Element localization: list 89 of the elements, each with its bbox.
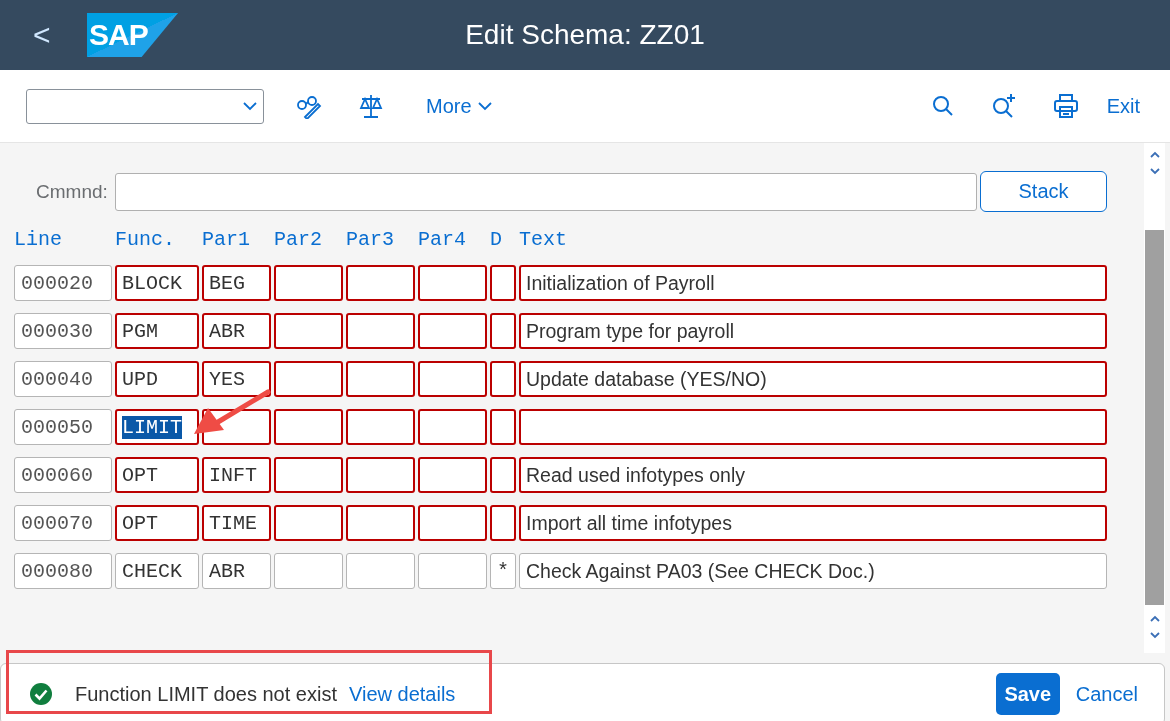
- column-header: Line: [14, 228, 63, 253]
- line-number-field: 000020: [14, 265, 112, 301]
- status-message: Function LIMIT does not exist: [75, 682, 337, 706]
- scrollbar-thumb[interactable]: [1145, 230, 1164, 605]
- scroll-up-icon[interactable]: [1148, 614, 1161, 624]
- parameter-field[interactable]: [346, 265, 415, 301]
- save-button[interactable]: Save: [995, 673, 1060, 715]
- line-number-field: 000030: [14, 313, 112, 349]
- parameter-field[interactable]: [346, 457, 415, 493]
- column-header: Par4: [418, 228, 467, 253]
- parameter-field[interactable]: [418, 313, 487, 349]
- dropdown-field[interactable]: [26, 88, 264, 124]
- text-field[interactable]: Import all time infotypes: [519, 505, 1107, 541]
- parameter-field[interactable]: [274, 409, 343, 445]
- parameter-field[interactable]: [274, 313, 343, 349]
- zoom-in-icon[interactable]: [990, 93, 1017, 119]
- parameter-field[interactable]: [274, 457, 343, 493]
- parameter-field[interactable]: ABR: [202, 313, 271, 349]
- parameter-field[interactable]: YES: [202, 361, 271, 397]
- d-field[interactable]: [490, 313, 516, 349]
- function-field[interactable]: OPT: [115, 505, 199, 541]
- line-number-field: 000040: [14, 361, 112, 397]
- function-field[interactable]: UPD: [115, 361, 199, 397]
- column-header: Par2: [274, 228, 323, 253]
- scales-icon[interactable]: [358, 93, 384, 119]
- parameter-field[interactable]: [346, 313, 415, 349]
- parameter-field[interactable]: [346, 553, 415, 589]
- parameter-field[interactable]: [274, 265, 343, 301]
- line-number-field: 000080: [14, 553, 112, 589]
- exit-button[interactable]: Exit: [1102, 90, 1144, 122]
- command-label: Cmmnd:: [36, 180, 109, 203]
- function-field[interactable]: PGM: [115, 313, 199, 349]
- line-number-field: 000050: [14, 409, 112, 445]
- parameter-field[interactable]: [418, 553, 487, 589]
- scroll-down-icon[interactable]: [1148, 630, 1161, 640]
- line-number-field: 000060: [14, 457, 112, 493]
- back-button[interactable]: <: [33, 18, 53, 52]
- parameter-field[interactable]: ABR: [202, 553, 271, 589]
- view-details-link[interactable]: View details: [349, 682, 456, 706]
- column-header: Par1: [202, 228, 251, 253]
- parameter-field[interactable]: [274, 361, 343, 397]
- chevron-down-icon: [243, 101, 257, 111]
- cancel-button[interactable]: Cancel: [1069, 681, 1144, 707]
- d-field[interactable]: [490, 457, 516, 493]
- scroll-down-icon[interactable]: [1148, 166, 1161, 176]
- parameter-field[interactable]: [346, 409, 415, 445]
- function-field[interactable]: OPT: [115, 457, 199, 493]
- parameter-field[interactable]: [418, 409, 487, 445]
- function-field[interactable]: BLOCK: [115, 265, 199, 301]
- logo: SAP: [87, 13, 178, 57]
- parameter-field[interactable]: [346, 361, 415, 397]
- glasses-pen-icon[interactable]: [296, 93, 322, 119]
- parameter-field[interactable]: [418, 505, 487, 541]
- line-number-field: 000070: [14, 505, 112, 541]
- text-field[interactable]: [519, 409, 1107, 445]
- parameter-field[interactable]: INFT: [202, 457, 271, 493]
- text-field[interactable]: Update database (YES/NO): [519, 361, 1107, 397]
- text-field[interactable]: Read used infotypes only: [519, 457, 1107, 493]
- parameter-field[interactable]: TIME: [202, 505, 271, 541]
- check-icon: [29, 682, 53, 706]
- d-field[interactable]: *: [490, 553, 516, 589]
- command-field[interactable]: [115, 172, 977, 211]
- column-header: Par3: [346, 228, 395, 253]
- stack-button[interactable]: Stack: [980, 171, 1107, 212]
- d-field[interactable]: [490, 409, 516, 445]
- function-field[interactable]: LIMIT: [115, 409, 199, 445]
- function-field[interactable]: CHECK: [115, 553, 199, 589]
- parameter-field[interactable]: [418, 265, 487, 301]
- d-field[interactable]: [490, 265, 516, 301]
- column-header: D: [490, 228, 503, 253]
- more-button[interactable]: More: [422, 90, 496, 122]
- d-field[interactable]: [490, 505, 516, 541]
- scroll-up-icon[interactable]: [1148, 150, 1161, 160]
- column-header: Func.: [115, 228, 176, 253]
- d-field[interactable]: [490, 361, 516, 397]
- window-title: Edit Schema: ZZ01: [464, 19, 706, 51]
- search-icon[interactable]: [930, 94, 955, 118]
- parameter-field[interactable]: [418, 361, 487, 397]
- parameter-field[interactable]: [418, 457, 487, 493]
- text-field[interactable]: Check Against PA03 (See CHECK Doc.): [519, 553, 1107, 589]
- printer-icon[interactable]: [1052, 93, 1079, 119]
- parameter-field[interactable]: BEG: [202, 265, 271, 301]
- text-field[interactable]: Program type for payroll: [519, 313, 1107, 349]
- text-field[interactable]: Initialization of Payroll: [519, 265, 1107, 301]
- parameter-field[interactable]: [346, 505, 415, 541]
- parameter-field[interactable]: [274, 553, 343, 589]
- chevron-down-icon: [477, 101, 492, 111]
- parameter-field[interactable]: [274, 505, 343, 541]
- column-header: Text: [519, 228, 568, 253]
